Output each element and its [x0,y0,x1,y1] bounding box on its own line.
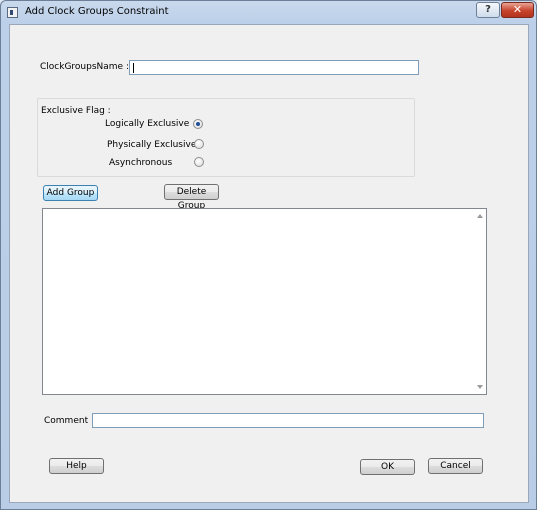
clock-groups-name-field[interactable] [129,60,419,75]
comment-field[interactable] [92,413,484,428]
exclusive-flag-group [37,98,415,177]
groups-list[interactable] [42,208,487,395]
groups-list-scrollbar[interactable] [474,209,486,394]
dialog-window: Add Clock Groups Constraint ? ✕ ClockGro… [0,0,537,510]
radio-logically-exclusive[interactable] [193,119,203,129]
radio-asynchronous[interactable] [194,157,204,167]
name-label: ClockGroupsName : [40,62,129,72]
option-label-logically-exclusive[interactable]: Logically Exclusive [105,119,189,129]
text-caret [133,63,134,73]
delete-group-button[interactable]: Delete Group [164,184,219,211]
ok-button[interactable]: OK [360,459,415,475]
cancel-button[interactable]: Cancel [428,458,483,474]
app-icon [7,7,18,18]
scroll-up-icon[interactable] [477,214,483,218]
dialog-body: ClockGroupsName : Exclusive Flag : Logic… [9,24,529,503]
close-button[interactable]: ✕ [501,2,534,18]
option-label-physically-exclusive[interactable]: Physically Exclusive [107,140,196,150]
title-bar[interactable]: Add Clock Groups Constraint ? ✕ [1,1,536,25]
title-help-button[interactable]: ? [476,2,500,18]
radio-physically-exclusive[interactable] [194,139,204,149]
add-group-button[interactable]: Add Group [43,185,98,201]
close-icon: ✕ [512,3,523,16]
window-title: Add Clock Groups Constraint [25,6,169,17]
scroll-down-icon[interactable] [477,385,483,389]
option-label-asynchronous[interactable]: Asynchronous [109,158,172,168]
comment-label: Comment : [44,416,94,426]
help-button[interactable]: Help [49,458,104,474]
